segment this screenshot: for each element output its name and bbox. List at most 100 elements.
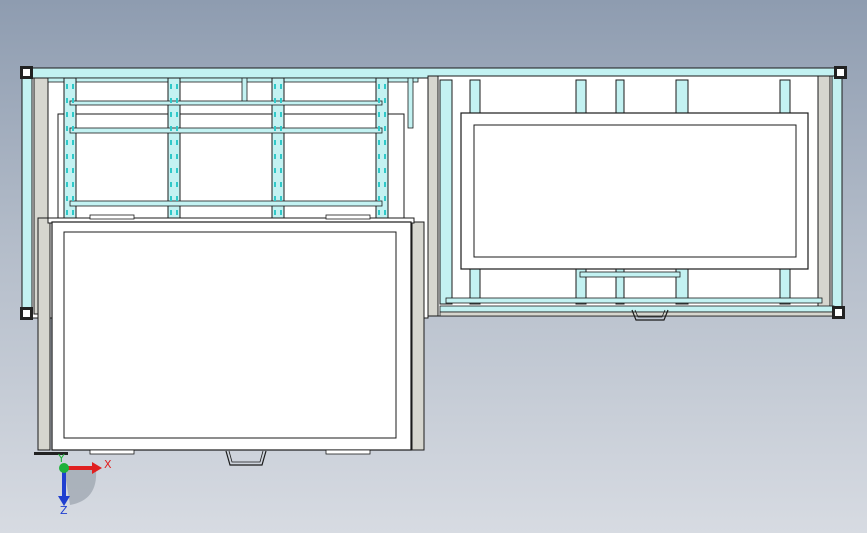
fastener-mark [176, 168, 178, 173]
fastener-mark [66, 210, 68, 215]
z-axis-label: Z [60, 504, 68, 517]
fastener-mark [384, 154, 386, 159]
fastener-mark [280, 168, 282, 173]
fastener-mark [378, 182, 380, 187]
fastener-mark [384, 182, 386, 187]
fastener-mark [66, 112, 68, 117]
fastener-mark [274, 84, 276, 89]
fastener-mark [176, 84, 178, 89]
cad-viewport[interactable]: X Y Z [0, 0, 867, 533]
mullion-thin [407, 77, 414, 129]
fastener-mark [170, 140, 172, 145]
corner-block-top-left-inner [23, 69, 30, 76]
transom [445, 297, 823, 304]
fastener-mark [384, 196, 386, 201]
fastener-mark [274, 98, 276, 103]
fastener-mark [280, 112, 282, 117]
front-panel-assembly [34, 214, 425, 466]
fastener-mark [378, 210, 380, 215]
fastener-mark [280, 182, 282, 187]
transom [69, 127, 383, 134]
fastener-mark [170, 98, 172, 103]
fastener-mark [274, 210, 276, 215]
fastener-mark [280, 126, 282, 131]
fastener-mark [280, 154, 282, 159]
fastener-mark [66, 98, 68, 103]
mullion-thin [241, 77, 248, 103]
right-frame-assembly [427, 66, 847, 321]
front-drawer-handle [225, 450, 267, 466]
fastener-mark [274, 126, 276, 131]
front-panel-left-side [37, 217, 51, 451]
fastener-mark [384, 84, 386, 89]
fastener-mark [280, 210, 282, 215]
fastener-mark [66, 182, 68, 187]
fastener-mark [176, 98, 178, 103]
mullion [271, 77, 285, 221]
right-screen-display [473, 124, 797, 258]
fastener-mark [72, 210, 74, 215]
fastener-mark [72, 196, 74, 201]
fastener-mark [176, 182, 178, 187]
x-axis-label: X [104, 458, 112, 471]
fastener-mark [170, 112, 172, 117]
fastener-mark [66, 168, 68, 173]
fastener-mark [66, 154, 68, 159]
fastener-mark [170, 182, 172, 187]
fastener-mark [384, 98, 386, 103]
fastener-mark [170, 210, 172, 215]
fastener-mark [72, 168, 74, 173]
fastener-mark [72, 84, 74, 89]
fastener-mark [274, 112, 276, 117]
y-axis-label: Y [57, 452, 65, 465]
fastener-mark [274, 154, 276, 159]
fastener-mark [378, 112, 380, 117]
fastener-mark [170, 126, 172, 131]
transom [69, 100, 383, 106]
fastener-mark [384, 112, 386, 117]
fastener-mark [170, 84, 172, 89]
fastener-mark [176, 210, 178, 215]
fastener-mark [378, 126, 380, 131]
right-frame-edge-post [831, 75, 843, 313]
fastener-mark [378, 140, 380, 145]
fastener-mark [72, 140, 74, 145]
fastener-mark [72, 126, 74, 131]
fastener-mark [274, 168, 276, 173]
front-panel-display [63, 231, 397, 439]
fastener-mark [378, 98, 380, 103]
bottom-rail [439, 305, 835, 313]
mullion [63, 77, 77, 221]
fastener-mark [378, 168, 380, 173]
fastener-mark [72, 98, 74, 103]
fastener-mark [170, 196, 172, 201]
fastener-mark [66, 140, 68, 145]
fastener-mark [170, 168, 172, 173]
mullion [375, 77, 389, 221]
fastener-mark [280, 140, 282, 145]
coordinate-triad: X Y Z [57, 452, 112, 517]
fastener-mark [384, 168, 386, 173]
fastener-mark [280, 84, 282, 89]
assembly-top-view: X Y Z [20, 66, 847, 517]
fastener-mark [72, 112, 74, 117]
fastener-mark [384, 126, 386, 131]
fastener-mark [274, 140, 276, 145]
right-frame-divider-post [427, 75, 439, 317]
fastener-mark [378, 84, 380, 89]
fastener-mark [66, 84, 68, 89]
fastener-mark [274, 182, 276, 187]
mullion [167, 77, 181, 221]
fastener-mark [66, 126, 68, 131]
fastener-mark [176, 112, 178, 117]
fastener-mark [72, 154, 74, 159]
fastener-mark [176, 126, 178, 131]
corner-block-bottom-left-inner [23, 310, 30, 317]
fastener-mark [280, 196, 282, 201]
x-axis-arrow [92, 462, 102, 474]
right-frame-outer-post [817, 75, 831, 313]
left-frame-inner-beam [47, 77, 419, 83]
fastener-mark [378, 196, 380, 201]
front-panel-latch [325, 214, 371, 220]
mullion [615, 79, 625, 115]
